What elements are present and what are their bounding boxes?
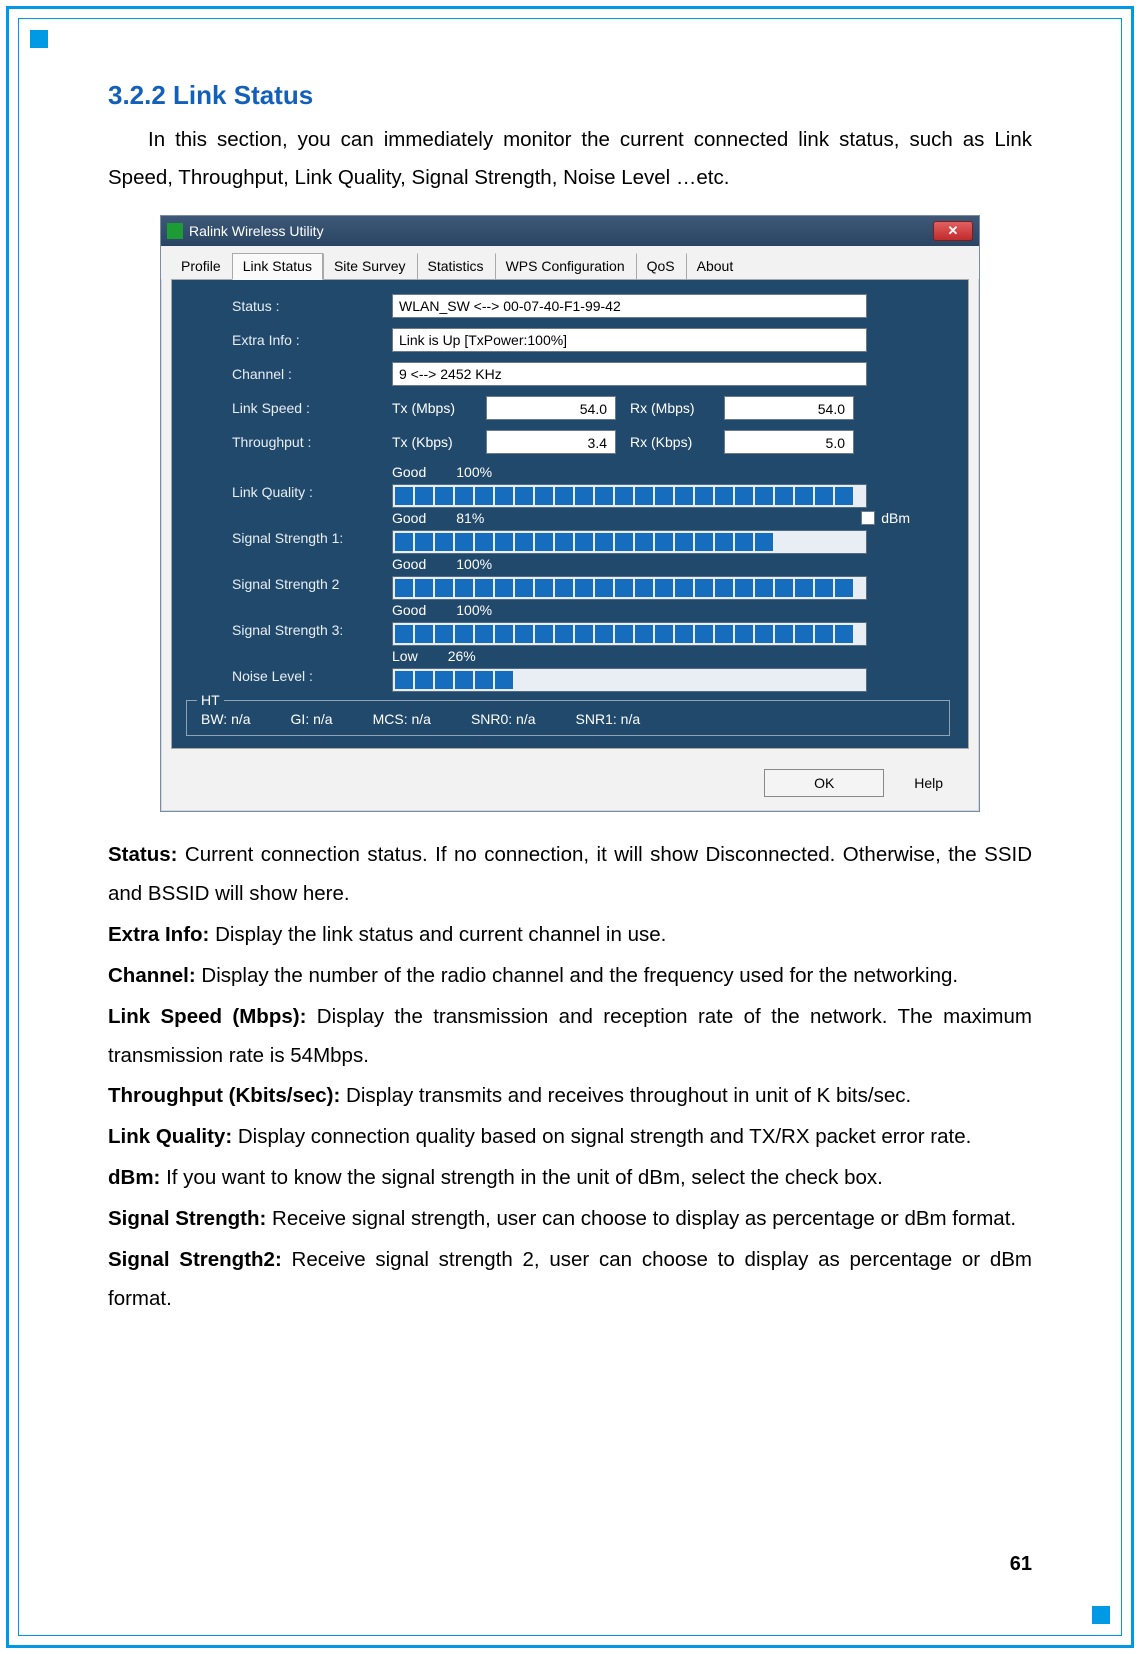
quality-rating: Good [392, 464, 426, 480]
ss2-bar [392, 576, 867, 600]
tab-strip: Profile Link Status Site Survey Statisti… [161, 246, 979, 279]
channel-label: Channel : [232, 366, 392, 382]
noise-pct: 26% [448, 648, 476, 664]
ss2-pct: 100% [456, 556, 492, 572]
rx-mbps-value: 54.0 [724, 396, 854, 420]
def-channel: Display the number of the radio channel … [196, 964, 958, 987]
tab-statistics[interactable]: Statistics [417, 253, 495, 280]
section-intro: In this section, you can immediately mon… [108, 121, 1032, 197]
dialog-titlebar: Ralink Wireless Utility ✕ [161, 216, 979, 246]
channel-value: 9 <--> 2452 KHz [392, 362, 867, 386]
status-value: WLAN_SW <--> 00-07-40-F1-99-42 [392, 294, 867, 318]
noise-label: Noise Level : [232, 668, 392, 692]
def-throughput-b: Throughput (Kbits/sec): [108, 1084, 340, 1107]
def-dbm: If you want to know the signal strength … [160, 1166, 882, 1189]
ss3-rating: Good [392, 602, 426, 618]
definitions: Status: Current connection status. If no… [108, 836, 1032, 1319]
link-quality-label: Link Quality : [232, 484, 392, 508]
close-button[interactable]: ✕ [933, 221, 973, 241]
ss1-pct: 81% [456, 510, 484, 526]
ht-mcs: MCS: n/a [373, 711, 431, 727]
tab-about[interactable]: About [686, 253, 745, 280]
tab-qos[interactable]: QoS [636, 253, 686, 280]
def-quality: Display connection quality based on sign… [232, 1125, 971, 1148]
noise-rating: Low [392, 648, 418, 664]
ht-gi: GI: n/a [291, 711, 333, 727]
status-label: Status : [232, 298, 392, 314]
throughput-label: Throughput : [232, 434, 392, 450]
ht-snr1: SNR1: n/a [576, 711, 641, 727]
dialog-footer: OK Help [161, 759, 979, 811]
def-throughput: Display transmits and receives throughou… [340, 1084, 911, 1107]
tab-wps[interactable]: WPS Configuration [495, 253, 636, 280]
ss2-label: Signal Strength 2 [232, 576, 392, 600]
def-extra-b: Extra Info: [108, 923, 209, 946]
ss1-bar [392, 530, 867, 554]
tx-kbps-label: Tx (Kbps) [392, 434, 472, 450]
tab-profile[interactable]: Profile [171, 253, 232, 280]
help-link[interactable]: Help [914, 775, 943, 791]
ss3-pct: 100% [456, 602, 492, 618]
link-quality-bar [392, 484, 867, 508]
rx-kbps-value: 5.0 [724, 430, 854, 454]
ht-snr0: SNR0: n/a [471, 711, 536, 727]
extra-info-value: Link is Up [TxPower:100%] [392, 328, 867, 352]
def-status-b: Status: [108, 843, 177, 866]
ss2-rating: Good [392, 556, 426, 572]
ss3-bar [392, 622, 867, 646]
dialog-title: Ralink Wireless Utility [189, 223, 324, 239]
close-icon: ✕ [948, 223, 959, 239]
section-heading: 3.2.2 Link Status [108, 80, 1032, 111]
def-channel-b: Channel: [108, 964, 196, 987]
def-extra: Display the link status and current chan… [209, 923, 666, 946]
ht-legend: HT [197, 692, 224, 708]
tab-link-status[interactable]: Link Status [232, 253, 323, 280]
ss3-label: Signal Strength 3: [232, 622, 392, 646]
ss1-rating: Good [392, 510, 426, 526]
tab-site-survey[interactable]: Site Survey [323, 253, 417, 280]
tx-mbps-value: 54.0 [486, 396, 616, 420]
def-quality-b: Link Quality: [108, 1125, 232, 1148]
app-icon [167, 223, 183, 239]
dbm-label: dBm [881, 510, 910, 526]
link-speed-label: Link Speed : [232, 400, 392, 416]
ht-groupbox: HT BW: n/a GI: n/a MCS: n/a SNR0: n/a SN… [186, 700, 950, 736]
tx-mbps-label: Tx (Mbps) [392, 400, 472, 416]
ok-button[interactable]: OK [764, 769, 884, 797]
section-intro-text: In this section, you can immediately mon… [108, 128, 1032, 189]
def-ss2-b: Signal Strength2: [108, 1248, 282, 1271]
corner-notch-tl [30, 30, 48, 48]
ht-bw: BW: n/a [201, 711, 251, 727]
def-dbm-b: dBm: [108, 1166, 160, 1189]
def-status: Current connection status. If no connect… [108, 843, 1032, 905]
dbm-checkbox[interactable] [861, 511, 875, 525]
quality-pct: 100% [456, 464, 492, 480]
noise-bar [392, 668, 867, 692]
def-ss: Receive signal strength, user can choose… [266, 1207, 1016, 1230]
def-linkspeed-b: Link Speed (Mbps): [108, 1005, 306, 1028]
tab-body: Status : WLAN_SW <--> 00-07-40-F1-99-42 … [171, 279, 969, 749]
rx-mbps-label: Rx (Mbps) [630, 400, 710, 416]
tx-kbps-value: 3.4 [486, 430, 616, 454]
ralink-dialog: Ralink Wireless Utility ✕ Profile Link S… [160, 215, 980, 812]
page-number: 61 [1010, 1553, 1032, 1576]
extra-info-label: Extra Info : [232, 332, 392, 348]
ss1-label: Signal Strength 1: [232, 530, 392, 554]
def-ss-b: Signal Strength: [108, 1207, 266, 1230]
corner-notch-br [1092, 1606, 1110, 1624]
rx-kbps-label: Rx (Kbps) [630, 434, 710, 450]
